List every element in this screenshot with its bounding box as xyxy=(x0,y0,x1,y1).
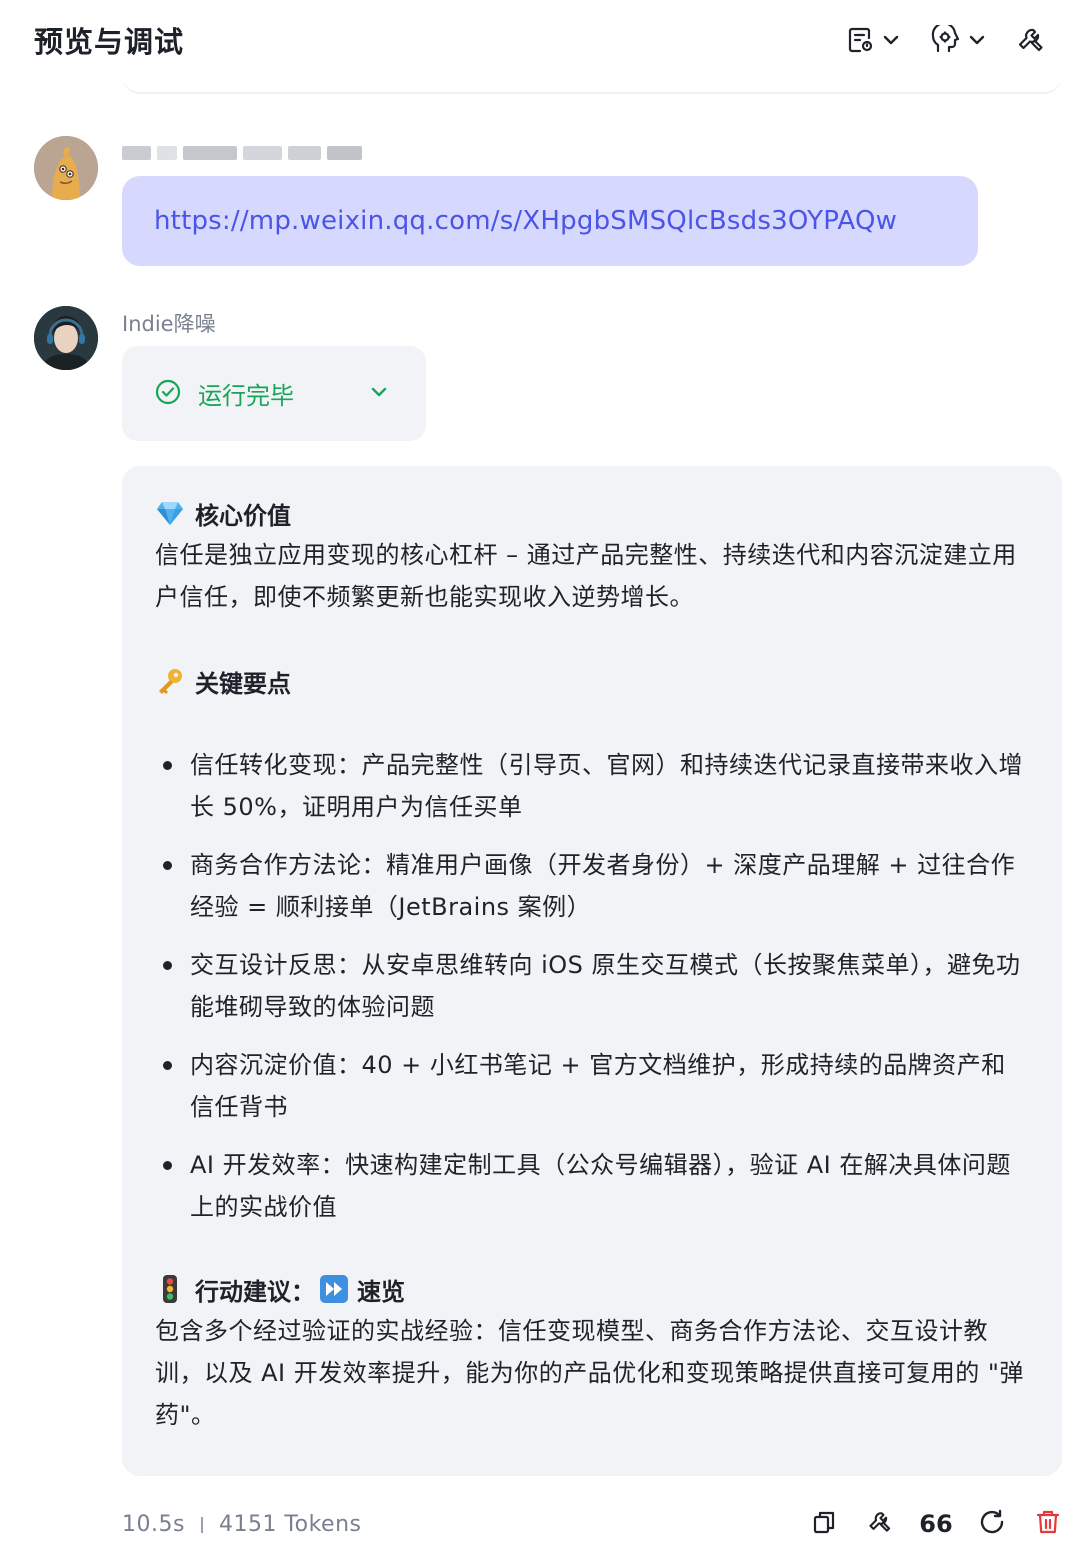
persona-dropdown[interactable] xyxy=(930,25,986,55)
gem-icon xyxy=(155,498,185,528)
quote-icon: 66 xyxy=(919,1510,953,1538)
chevron-down-icon xyxy=(368,381,390,407)
fast-forward-icon xyxy=(319,1274,349,1304)
user-message-bubble: https://mp.weixin.qq.com/s/XHpgbSMSQlcBs… xyxy=(122,176,978,266)
key-points-list: 信任转化变现：产品完整性（引导页、官网）和持续迭代记录直接带来收入增长 50%，… xyxy=(155,744,1030,1228)
wrench-icon xyxy=(1016,25,1046,55)
debug-list-dropdown[interactable] xyxy=(846,25,900,55)
copy-button[interactable] xyxy=(810,1510,838,1538)
key-points-title: 关键要点 xyxy=(195,669,291,698)
chevron-down-icon xyxy=(882,31,900,49)
delete-button[interactable] xyxy=(1034,1510,1062,1538)
wrench-icon xyxy=(867,1509,893,1539)
quote-button[interactable]: 66 xyxy=(919,1510,953,1538)
message-stats: 10.5s 4151 Tokens xyxy=(122,1512,362,1537)
core-value-heading: 核心价值 xyxy=(155,492,1030,534)
delete-icon xyxy=(1035,1509,1061,1539)
page-title: 预览与调试 xyxy=(34,25,185,59)
answer-card: 核心价值 信任是独立应用变现的核心杠杆 – 通过产品完整性、持续迭代和内容沉淀建… xyxy=(122,466,1062,1476)
key-icon xyxy=(155,666,185,696)
bot-avatar xyxy=(34,306,98,370)
list-item: 商务合作方法论：精准用户画像（开发者身份）+ 深度产品理解 + 过往合作经验 =… xyxy=(155,844,1030,928)
regenerate-icon xyxy=(978,1508,1006,1540)
duration-label: 10.5s xyxy=(122,1511,185,1537)
core-value-text: 信任是独立应用变现的核心杠杆 – 通过产品完整性、持续迭代和内容沉淀建立用户信任… xyxy=(155,541,1017,611)
previous-card-edge xyxy=(122,62,1062,94)
copy-icon xyxy=(811,1509,837,1539)
chevron-down-icon xyxy=(968,31,986,49)
list-item: AI 开发效率：快速构建定制工具（公众号编辑器），验证 AI 在解决具体问题上的… xyxy=(155,1144,1030,1228)
message-link[interactable]: https://mp.weixin.qq.com/s/XHpgbSMSQlcBs… xyxy=(154,206,897,236)
debug-button[interactable] xyxy=(866,1510,894,1538)
action-heading: 行动建议： 速览 xyxy=(155,1268,1030,1310)
traffic-light-icon xyxy=(155,1274,185,1304)
action-text: 包含多个经过验证的实战经验：信任变现模型、商务合作方法论、交互设计教训，以及 A… xyxy=(155,1317,1024,1429)
key-points-heading: 关键要点 xyxy=(155,660,1030,702)
header-toolbar xyxy=(846,25,1052,55)
action-title-suffix: 速览 xyxy=(357,1277,405,1306)
user-name-blurred xyxy=(122,142,362,164)
action-title-prefix: 行动建议： xyxy=(195,1277,315,1306)
list-item: 内容沉淀价值：40 + 小红书笔记 + 官方文档维护，形成持续的品牌资产和信任背… xyxy=(155,1044,1030,1128)
settings-button[interactable] xyxy=(1016,25,1046,55)
tokens-label: 4151 Tokens xyxy=(218,1511,362,1537)
persona-icon xyxy=(930,25,962,55)
message-footer: 10.5s 4151 Tokens 66 xyxy=(122,1502,1062,1546)
message-actions: 66 xyxy=(810,1508,1062,1540)
check-circle-icon xyxy=(154,378,182,410)
core-value-title: 核心价值 xyxy=(195,501,291,530)
bot-name: Indie降噪 xyxy=(122,312,216,336)
user-avatar xyxy=(34,136,98,200)
regenerate-button[interactable] xyxy=(978,1508,1006,1540)
run-status-label: 运行完毕 xyxy=(198,382,294,410)
run-status-toggle[interactable]: 运行完毕 xyxy=(122,346,426,441)
list-item: 交互设计反思：从安卓思维转向 iOS 原生交互模式（长按聚焦菜单），避免功能堆砌… xyxy=(155,944,1030,1028)
list-item: 信任转化变现：产品完整性（引导页、官网）和持续迭代记录直接带来收入增长 50%，… xyxy=(155,744,1030,828)
debug-list-icon xyxy=(846,25,876,55)
